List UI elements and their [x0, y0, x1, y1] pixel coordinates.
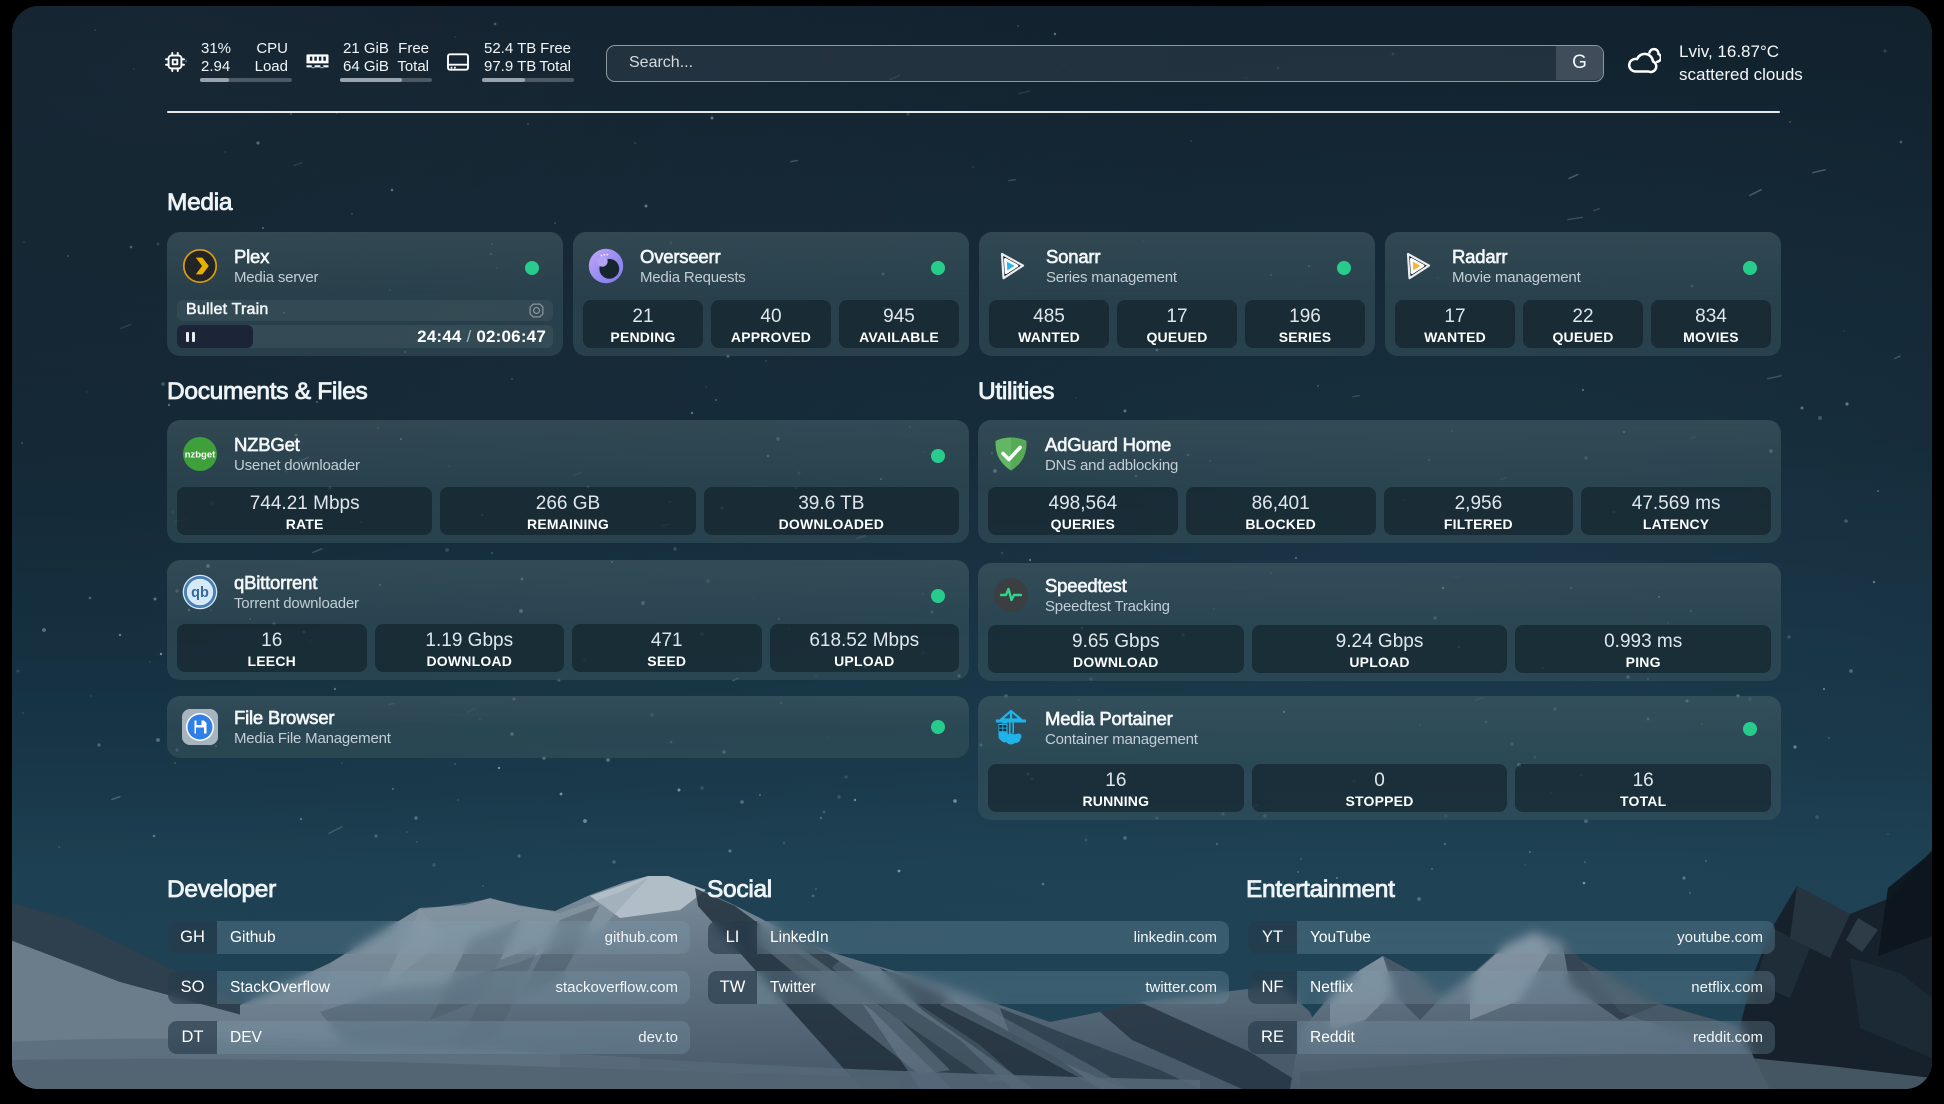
svg-text:qb: qb	[191, 585, 209, 601]
svg-text:nzbget: nzbget	[185, 450, 216, 461]
